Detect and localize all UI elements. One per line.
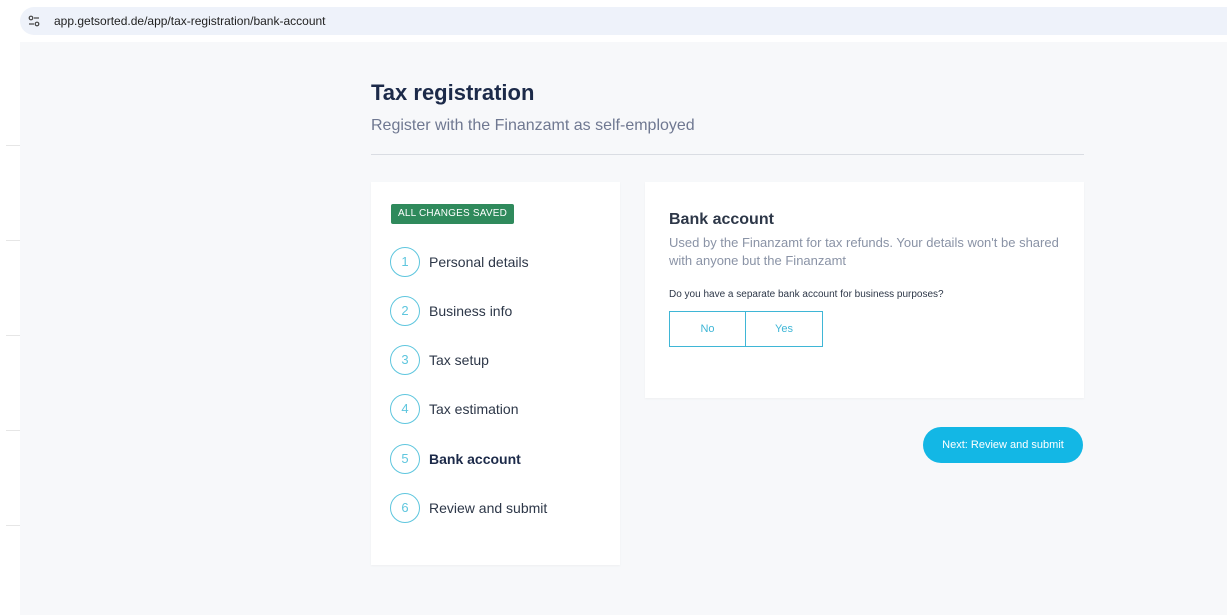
section-description: Used by the Finanzamt for tax refunds. Y… (669, 235, 1059, 268)
saved-status-badge: ALL CHANGES SAVED (391, 204, 514, 224)
step-number: 4 (390, 394, 420, 424)
url-field[interactable]: app.getsorted.de/app/tax-registration/ba… (20, 7, 1227, 35)
step-label: Review and submit (429, 500, 548, 516)
no-button[interactable]: No (670, 312, 746, 346)
edge-divider (6, 430, 20, 431)
steps-sidebar: ALL CHANGES SAVED 1 Personal details 2 B… (371, 182, 620, 565)
step-number: 1 (390, 247, 420, 277)
step-business-info[interactable]: 2 Business info (390, 296, 610, 326)
step-label: Tax setup (429, 352, 489, 368)
separate-account-question: Do you have a separate bank account for … (669, 289, 944, 300)
step-label: Personal details (429, 254, 529, 270)
step-tax-setup[interactable]: 3 Tax setup (390, 345, 610, 375)
page-subtitle: Register with the Finanzamt as self-empl… (371, 117, 695, 134)
step-number: 5 (390, 444, 420, 474)
edge-divider (6, 145, 20, 146)
yes-button[interactable]: Yes (746, 312, 822, 346)
left-edge (0, 42, 20, 615)
step-label: Tax estimation (429, 401, 519, 417)
section-title: Bank account (669, 211, 774, 228)
step-review-and-submit[interactable]: 6 Review and submit (390, 493, 610, 523)
step-number: 2 (390, 296, 420, 326)
step-number: 6 (390, 493, 420, 523)
page-title: Tax registration (371, 80, 535, 105)
browser-address-bar: app.getsorted.de/app/tax-registration/ba… (0, 0, 1227, 42)
header-divider (371, 154, 1084, 155)
edge-divider (6, 335, 20, 336)
edge-divider (6, 525, 20, 526)
step-bank-account[interactable]: 5 Bank account (390, 444, 610, 474)
step-number: 3 (390, 345, 420, 375)
bank-account-card: Bank account Used by the Finanzamt for t… (645, 182, 1084, 398)
edge-divider (6, 240, 20, 241)
next-review-submit-button[interactable]: Next: Review and submit (923, 427, 1083, 463)
tune-icon[interactable] (28, 15, 40, 27)
step-label: Business info (429, 303, 513, 319)
separate-account-choice: No Yes (669, 311, 823, 347)
step-personal-details[interactable]: 1 Personal details (390, 247, 610, 277)
url-text: app.getsorted.de/app/tax-registration/ba… (54, 14, 326, 28)
step-label: Bank account (429, 451, 521, 467)
step-tax-estimation[interactable]: 4 Tax estimation (390, 394, 610, 424)
